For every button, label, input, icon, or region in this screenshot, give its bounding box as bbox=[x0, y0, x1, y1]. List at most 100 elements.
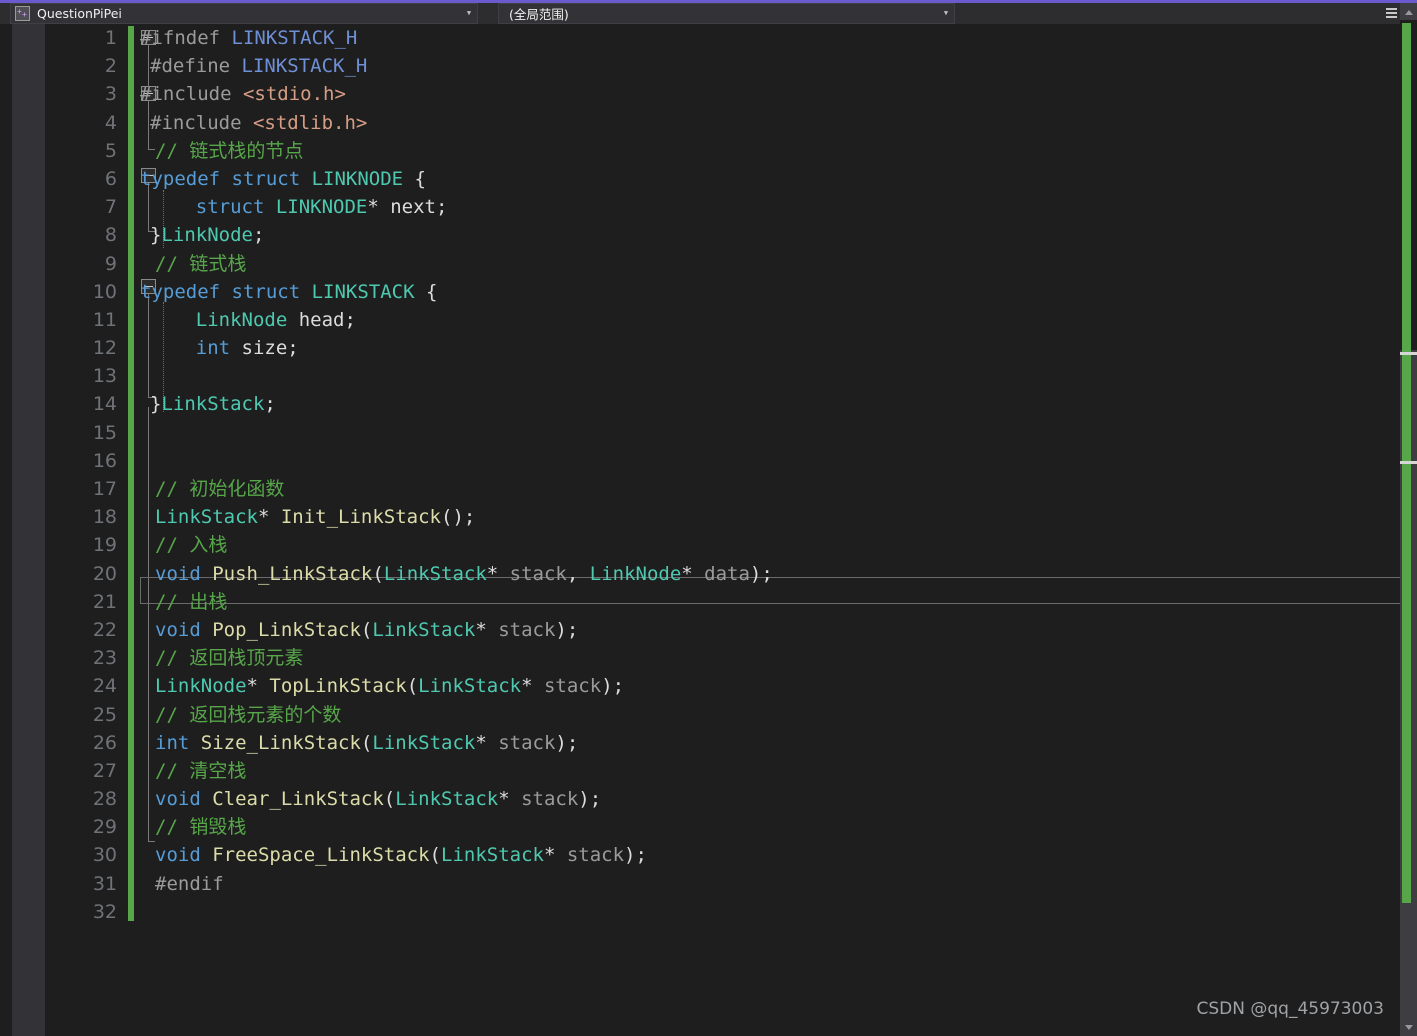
code-token: Push_LinkStack bbox=[212, 562, 373, 585]
code-token: ( bbox=[383, 788, 396, 811]
line-number: 1 bbox=[104, 27, 117, 49]
code-editor-surface[interactable]: 1 #ifndef LINKSTACK_H 2 #define LINKSTAC… bbox=[0, 24, 1417, 1036]
line-number: 24 bbox=[92, 675, 117, 698]
line-tokens: }LinkStack; bbox=[150, 390, 276, 418]
code-line-row[interactable]: 28 void Clear_LinkStack(LinkStack* stack… bbox=[0, 785, 1417, 813]
code-token: LinkStack bbox=[383, 562, 487, 585]
code-token: ); bbox=[555, 618, 579, 641]
code-line-row[interactable]: 17 // 初始化函数 bbox=[0, 475, 1417, 503]
code-line-row[interactable]: 30 void FreeSpace_LinkStack(LinkStack* s… bbox=[0, 841, 1417, 869]
cpp-file-icon: + + bbox=[15, 6, 30, 21]
code-line-row[interactable]: 7 struct LINKNODE* next; bbox=[0, 193, 1417, 221]
code-token: stack bbox=[566, 844, 625, 867]
code-line-row[interactable]: 18 LinkStack* Init_LinkStack(); bbox=[0, 503, 1417, 531]
scroll-up-arrow-icon[interactable] bbox=[1400, 3, 1417, 20]
code-token: #include bbox=[140, 83, 243, 106]
project-scope-dropdown[interactable]: + + QuestionPiPei ▼ bbox=[10, 3, 478, 24]
member-scope-dropdown[interactable]: (全局范围) ▼ bbox=[498, 3, 955, 24]
vertical-scrollbar[interactable] bbox=[1400, 3, 1417, 1036]
code-line-row[interactable]: 25 // 返回栈元素的个数 bbox=[0, 701, 1417, 729]
line-tokens: #endif bbox=[155, 870, 224, 898]
line-tokens: typedef struct LINKSTACK { bbox=[140, 278, 437, 306]
code-line-row[interactable]: 3 #include <stdio.h> bbox=[0, 80, 1417, 108]
code-line-row[interactable]: 2 #define LINKSTACK_H bbox=[0, 52, 1417, 80]
line-tokens: typedef struct LINKNODE { bbox=[140, 165, 426, 193]
code-token: LINKSTACK_H bbox=[231, 27, 358, 49]
project-scope-value: QuestionPiPei bbox=[37, 6, 122, 21]
code-token: * bbox=[475, 618, 499, 641]
code-token: <stdlib.h> bbox=[252, 111, 368, 134]
code-token: LinkNode bbox=[589, 562, 682, 585]
code-line-row[interactable]: 9 // 链式栈 bbox=[0, 250, 1417, 278]
code-token: // 链式栈 bbox=[155, 252, 247, 275]
code-line-row[interactable]: 24 LinkNode* TopLinkStack(LinkStack* sta… bbox=[0, 672, 1417, 700]
code-line-row[interactable]: 26 int Size_LinkStack(LinkStack* stack); bbox=[0, 729, 1417, 757]
code-line-row[interactable]: 13 bbox=[0, 362, 1417, 390]
code-line-row[interactable]: 23 // 返回栈顶元素 bbox=[0, 644, 1417, 672]
line-number: 9 bbox=[104, 252, 117, 275]
line-tokens: // 清空栈 bbox=[155, 757, 246, 785]
line-tokens: // 返回栈顶元素 bbox=[155, 644, 303, 672]
code-line-row[interactable]: 14 }LinkStack; bbox=[0, 390, 1417, 418]
line-tokens: #define LINKSTACK_H bbox=[150, 52, 367, 80]
code-line-row[interactable]: 29 // 销毁栈 bbox=[0, 813, 1417, 841]
code-token: , bbox=[566, 562, 590, 585]
code-line-row[interactable]: 1 #ifndef LINKSTACK_H bbox=[0, 24, 1417, 52]
code-token: ( bbox=[372, 562, 384, 585]
line-number: 7 bbox=[104, 196, 117, 219]
code-line-row[interactable]: 20 void Push_LinkStack(LinkStack* stack,… bbox=[0, 560, 1417, 588]
code-token: typedef bbox=[140, 167, 232, 190]
code-line-row[interactable]: 11 LinkNode head; bbox=[0, 306, 1417, 334]
line-number: 25 bbox=[92, 703, 117, 726]
code-lines-container[interactable]: 1 #ifndef LINKSTACK_H 2 #define LINKSTAC… bbox=[0, 24, 1417, 926]
line-tokens: int size; bbox=[150, 334, 299, 362]
code-token: stack bbox=[498, 618, 556, 641]
line-tokens: int Size_LinkStack(LinkStack* stack); bbox=[155, 729, 578, 757]
code-token: stack bbox=[498, 731, 556, 754]
code-line-row[interactable]: 32 bbox=[0, 898, 1417, 926]
code-line-row[interactable]: 12 int size; bbox=[0, 334, 1417, 362]
code-token: * bbox=[475, 731, 499, 754]
code-token: LinkStack bbox=[418, 675, 522, 698]
code-token: ( bbox=[360, 731, 373, 754]
code-line-row[interactable]: 10 typedef struct LINKSTACK { bbox=[0, 278, 1417, 306]
code-line-row[interactable]: 8 }LinkNode; bbox=[0, 221, 1417, 249]
code-token: LinkNode bbox=[161, 224, 253, 247]
code-token: void bbox=[155, 562, 213, 585]
code-line-row[interactable]: 16 bbox=[0, 447, 1417, 475]
code-line-row-current[interactable]: 21 // 出栈 bbox=[0, 588, 1417, 616]
line-number: 23 bbox=[92, 647, 117, 670]
code-line-row[interactable]: 4 #include <stdlib.h> bbox=[0, 109, 1417, 137]
code-line-row[interactable]: 6 typedef struct LINKNODE { bbox=[0, 165, 1417, 193]
code-line-row[interactable]: 19 // 入栈 bbox=[0, 531, 1417, 559]
line-tokens: void Pop_LinkStack(LinkStack* stack); bbox=[155, 616, 578, 644]
line-tokens: void FreeSpace_LinkStack(LinkStack* stac… bbox=[155, 841, 647, 869]
code-token: ); bbox=[601, 675, 625, 698]
editor-split-handle[interactable] bbox=[1383, 3, 1400, 24]
code-token: void bbox=[155, 788, 213, 811]
code-line-row[interactable]: 5 // 链式栈的节点 bbox=[0, 137, 1417, 165]
code-token: LinkStack bbox=[372, 618, 476, 641]
code-line-row[interactable]: 15 bbox=[0, 419, 1417, 447]
line-tokens: // 返回栈元素的个数 bbox=[155, 701, 341, 729]
code-line-row[interactable]: 31 #endif bbox=[0, 870, 1417, 898]
scrollbar-marker bbox=[1400, 352, 1417, 355]
line-number: 6 bbox=[104, 167, 117, 190]
code-token: ( bbox=[360, 618, 373, 641]
code-token: * bbox=[486, 562, 510, 585]
line-tokens: #include <stdio.h> bbox=[140, 80, 346, 108]
code-token: void bbox=[155, 618, 213, 641]
chevron-down-icon[interactable]: ▼ bbox=[938, 10, 954, 17]
navbar-spacer: ▼ bbox=[955, 3, 1417, 24]
code-token: #ifndef bbox=[140, 27, 232, 49]
code-token: void bbox=[155, 844, 213, 867]
chevron-down-icon[interactable]: ▼ bbox=[461, 10, 477, 17]
code-token: #endif bbox=[155, 872, 224, 895]
code-token: struct bbox=[195, 196, 276, 219]
scroll-down-arrow-icon[interactable] bbox=[1400, 1019, 1417, 1036]
code-line-row[interactable]: 27 // 清空栈 bbox=[0, 757, 1417, 785]
code-token: ); bbox=[578, 788, 602, 811]
code-line-row[interactable]: 22 void Pop_LinkStack(LinkStack* stack); bbox=[0, 616, 1417, 644]
line-number: 4 bbox=[104, 111, 117, 134]
